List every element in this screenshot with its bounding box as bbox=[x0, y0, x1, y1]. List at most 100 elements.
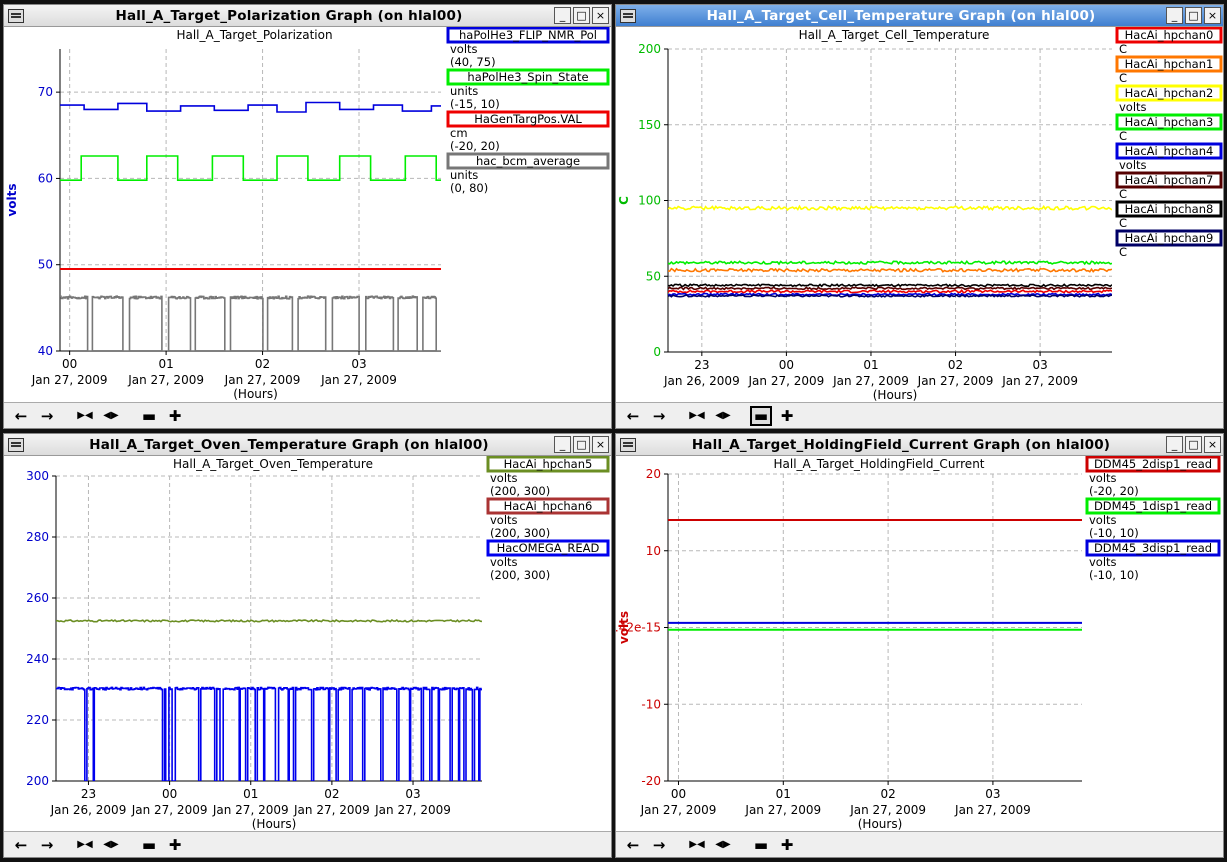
zoom-in-x-button[interactable]: ▶◀ bbox=[686, 835, 708, 855]
arrow-left-button[interactable]: ← bbox=[622, 406, 644, 426]
series-hapolhe3-spin-state bbox=[60, 155, 441, 181]
close-button[interactable]: × bbox=[1204, 7, 1221, 24]
legend-entry: HacAi_hpchan3C bbox=[1115, 113, 1223, 143]
y-tick-label: 10 bbox=[646, 544, 661, 558]
arrow-left-button[interactable]: ← bbox=[622, 835, 644, 855]
chart-plot: Hall_A_Target_Cell_Temperature 0 50 100 150 2… bbox=[617, 27, 1223, 402]
window-titlebar[interactable]: Hall_A_Target_HoldingField_Current Graph… bbox=[616, 434, 1223, 456]
pan-icon: ▬ bbox=[141, 406, 157, 425]
maximize-button[interactable]: □ bbox=[1185, 436, 1202, 453]
x-tick-date: Jan 27, 2009 bbox=[1001, 374, 1078, 388]
close-button[interactable]: × bbox=[592, 436, 609, 453]
arrow-right-button[interactable]: → bbox=[648, 835, 670, 855]
x-tick-date: Jan 27, 2009 bbox=[320, 373, 397, 387]
legend-range: (200, 300) bbox=[490, 568, 550, 582]
legend-unit: C bbox=[1119, 71, 1127, 85]
arrow-left-button[interactable]: ← bbox=[10, 835, 32, 855]
x-tick-label: 00 bbox=[779, 358, 794, 372]
series-hacai-hpchan3 bbox=[668, 259, 1112, 266]
pan-button[interactable]: ▬ bbox=[138, 835, 160, 855]
window-menu-icon[interactable] bbox=[620, 8, 636, 23]
x-tick-label: 00 bbox=[162, 787, 177, 801]
maximize-button[interactable]: □ bbox=[573, 7, 590, 24]
window-menu-icon[interactable] bbox=[8, 8, 24, 23]
x-tick-label: 02 bbox=[880, 787, 895, 801]
zoom-in-x-button[interactable]: ▶◀ bbox=[686, 406, 708, 426]
zoom-out-x-icon: ◀▶ bbox=[715, 839, 731, 850]
x-tick-date: Jan 27, 2009 bbox=[131, 803, 208, 817]
window-titlebar[interactable]: Hall_A_Target_Polarization Graph (on hla… bbox=[4, 5, 611, 27]
arrow-right-icon: → bbox=[40, 835, 54, 854]
legend-unit: C bbox=[1119, 42, 1127, 56]
legend-range: (-10, 10) bbox=[1089, 526, 1139, 540]
arrow-left-icon: ← bbox=[14, 406, 28, 425]
legend-unit: cm bbox=[450, 126, 468, 140]
arrow-right-icon: → bbox=[652, 835, 666, 854]
add-button[interactable]: ✚ bbox=[776, 835, 798, 855]
legend-unit: C bbox=[1119, 245, 1127, 259]
add-icon: ✚ bbox=[168, 406, 182, 425]
legend-label: haPolHe3_FLIP_NMR_Pol bbox=[459, 28, 597, 42]
graph-window-oven-temperature: Hall_A_Target_Oven_Temperature Graph (on… bbox=[3, 433, 612, 858]
legend-label: DDM45_3disp1_read bbox=[1094, 541, 1212, 555]
graph-window-polarization: Hall_A_Target_Polarization Graph (on hla… bbox=[3, 4, 612, 429]
maximize-button[interactable]: □ bbox=[573, 436, 590, 453]
window-title: Hall_A_Target_Cell_Temperature Graph (on… bbox=[706, 7, 1096, 24]
legend-unit: volts bbox=[1089, 555, 1117, 569]
add-button[interactable]: ✚ bbox=[776, 406, 798, 426]
legend-label: DDM45_1disp1_read bbox=[1094, 499, 1212, 513]
legend-unit: C bbox=[1119, 187, 1127, 201]
window-titlebar[interactable]: Hall_A_Target_Cell_Temperature Graph (on… bbox=[616, 5, 1223, 27]
close-button[interactable]: × bbox=[592, 7, 609, 24]
pan-button[interactable]: ▬ bbox=[138, 406, 160, 426]
arrow-left-button[interactable]: ← bbox=[10, 406, 32, 426]
y-tick-label: 60 bbox=[38, 171, 53, 185]
close-button[interactable]: × bbox=[1204, 436, 1221, 453]
x-tick-label: 03 bbox=[1032, 358, 1047, 372]
zoom-in-x-icon: ▶◀ bbox=[689, 839, 705, 850]
zoom-out-x-button[interactable]: ◀▶ bbox=[100, 406, 122, 426]
legend-label: HacAi_hpchan4 bbox=[1125, 144, 1214, 158]
add-button[interactable]: ✚ bbox=[164, 835, 186, 855]
minimize-button[interactable]: _ bbox=[554, 7, 571, 24]
legend-label: HacAi_hpchan3 bbox=[1125, 115, 1214, 129]
series-group bbox=[60, 101, 441, 351]
window-titlebar[interactable]: Hall_A_Target_Oven_Temperature Graph (on… bbox=[4, 434, 611, 456]
window-title: Hall_A_Target_HoldingField_Current Graph… bbox=[691, 436, 1111, 453]
graph-window-cell-temperature: Hall_A_Target_Cell_Temperature Graph (on… bbox=[615, 4, 1224, 429]
x-axis-label: (Hours) bbox=[873, 388, 918, 402]
maximize-button[interactable]: □ bbox=[1185, 7, 1202, 24]
pan-button[interactable]: ▬ bbox=[750, 405, 772, 426]
pan-button[interactable]: ▬ bbox=[750, 835, 772, 855]
x-tick-date: Jan 27, 2009 bbox=[224, 373, 301, 387]
x-tick-label: 02 bbox=[948, 358, 963, 372]
add-button[interactable]: ✚ bbox=[164, 406, 186, 426]
legend-unit: volts bbox=[450, 42, 478, 56]
zoom-in-x-button[interactable]: ▶◀ bbox=[74, 406, 96, 426]
legend-label: HaGenTargPos.VAL bbox=[474, 112, 582, 126]
legend-entry: DDM45_3disp1_readvolts(-10, 10) bbox=[1085, 539, 1221, 582]
arrow-right-button[interactable]: → bbox=[36, 406, 58, 426]
x-tick-date: Jan 27, 2009 bbox=[640, 803, 717, 817]
zoom-out-x-button[interactable]: ◀▶ bbox=[100, 835, 122, 855]
arrow-right-button[interactable]: → bbox=[648, 406, 670, 426]
arrow-right-button[interactable]: → bbox=[36, 835, 58, 855]
minimize-button[interactable]: _ bbox=[554, 436, 571, 453]
x-tick-date: Jan 26, 2009 bbox=[50, 803, 127, 817]
legend-range: (200, 300) bbox=[490, 526, 550, 540]
y-tick-label: 200 bbox=[26, 774, 49, 788]
x-tick-date: Jan 27, 2009 bbox=[127, 373, 204, 387]
zoom-out-x-button[interactable]: ◀▶ bbox=[712, 406, 734, 426]
arrow-left-icon: ← bbox=[626, 835, 640, 854]
zoom-in-x-button[interactable]: ▶◀ bbox=[74, 835, 96, 855]
graph-window-holdingfield-current: Hall_A_Target_HoldingField_Current Graph… bbox=[615, 433, 1224, 858]
minimize-button[interactable]: _ bbox=[1166, 436, 1183, 453]
window-menu-icon[interactable] bbox=[8, 437, 24, 452]
zoom-out-x-button[interactable]: ◀▶ bbox=[712, 835, 734, 855]
y-tick-label: 100 bbox=[638, 194, 661, 208]
pan-icon: ▬ bbox=[141, 835, 157, 854]
window-menu-icon[interactable] bbox=[620, 437, 636, 452]
x-tick-date: Jan 27, 2009 bbox=[374, 803, 451, 817]
minimize-button[interactable]: _ bbox=[1166, 7, 1183, 24]
x-tick-label: 02 bbox=[255, 357, 270, 371]
